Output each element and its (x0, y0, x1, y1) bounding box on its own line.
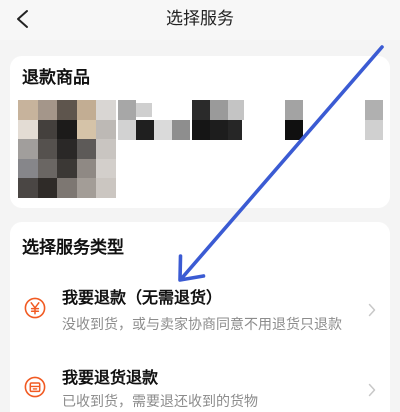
refund-service-screen: 选择服务 退款商品 选择服务类型 我要退款（无需退货） 没收到货，或与卖家协商同… (0, 0, 400, 412)
mosaic-block (210, 120, 228, 140)
service-option-refund-only[interactable]: 我要退款（无需退货） 没收到货，或与卖家协商同意不用退货只退款 (10, 282, 390, 354)
mosaic-block (172, 120, 190, 140)
mosaic-block (228, 120, 242, 140)
option-description: 没收到货，或与卖家协商同意不用退货只退款 (62, 317, 342, 333)
service-option-return-refund[interactable]: 我要退货退款 已收到货，需要退还收到的货物 (10, 360, 390, 412)
option-label: 我要退货退款 (62, 368, 159, 387)
mosaic-block (118, 120, 136, 140)
page-title: 选择服务 (166, 9, 234, 29)
product-name-pixelated (10, 56, 390, 208)
mosaic-block (192, 100, 210, 120)
mosaic-block (192, 120, 210, 140)
mosaic-block (210, 100, 228, 120)
chevron-right-icon (368, 303, 376, 317)
option-description: 已收到货，需要退还收到的货物 (62, 394, 258, 410)
option-label: 我要退款（无需退货） (62, 288, 223, 307)
mosaic-block (154, 120, 172, 140)
yuan-circle-icon (24, 297, 46, 319)
mosaic-block (118, 100, 136, 120)
refund-product-card: 退款商品 (10, 56, 390, 208)
mosaic-block (365, 120, 383, 140)
nav-header: 选择服务 (0, 0, 400, 40)
mosaic-block (285, 100, 303, 120)
service-card-title: 选择服务类型 (22, 238, 124, 258)
mosaic-block (136, 103, 152, 117)
mosaic-block (228, 100, 244, 120)
return-package-icon (24, 376, 46, 398)
service-type-card: 选择服务类型 我要退款（无需退货） 没收到货，或与卖家协商同意不用退货只退款 我… (10, 222, 390, 412)
mosaic-block (285, 120, 303, 140)
mosaic-block (136, 120, 154, 140)
mosaic-block (365, 100, 383, 120)
chevron-right-icon (368, 383, 376, 397)
